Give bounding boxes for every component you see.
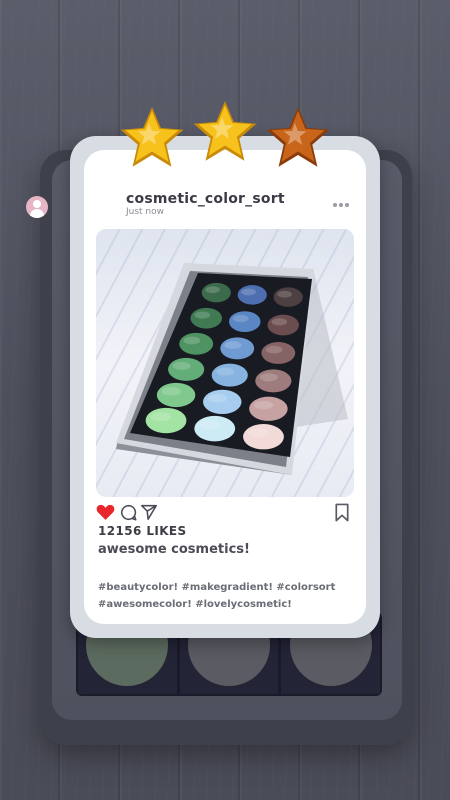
pan-highlight xyxy=(224,341,242,349)
pan-highlight xyxy=(194,311,211,319)
pan-highlight xyxy=(277,290,292,298)
bookmark-icon[interactable] xyxy=(334,503,350,522)
post-username[interactable]: cosmetic_color_sort xyxy=(126,191,285,207)
likes-count: 12156 LIKES xyxy=(98,524,187,538)
hashtags-line[interactable]: #beautycolor! #makegradient! #colorsort xyxy=(98,579,348,596)
share-icon[interactable] xyxy=(140,503,158,521)
pan-highlight xyxy=(150,412,172,422)
pan-highlight xyxy=(205,286,220,294)
pan-highlight xyxy=(161,387,181,396)
pan-highlight xyxy=(259,373,278,382)
post-caption: awesome cosmetics! xyxy=(98,542,250,557)
avatar-head xyxy=(33,200,41,208)
post-timestamp: Just now xyxy=(126,207,165,217)
pan-highlight xyxy=(199,420,220,430)
pan-highlight xyxy=(241,288,256,296)
pan-highlight xyxy=(172,361,191,370)
avatar-icon[interactable] xyxy=(26,196,48,218)
more-icon[interactable] xyxy=(333,203,351,209)
post-photo xyxy=(96,229,354,497)
pan-highlight xyxy=(253,400,274,410)
pan-highlight xyxy=(271,318,288,326)
pan-highlight xyxy=(248,428,269,438)
post-hashtags: #beautycolor! #makegradient! #colorsort … xyxy=(98,579,348,613)
pan-highlight xyxy=(216,367,235,376)
hashtags-line[interactable]: #awesomecolor! #lovelycosmetic! xyxy=(98,596,348,613)
pan-highlight xyxy=(183,336,201,345)
rating-stars xyxy=(120,101,330,167)
comment-icon[interactable] xyxy=(120,504,137,521)
pan-highlight xyxy=(265,345,283,354)
pan-highlight xyxy=(232,314,249,323)
heart-icon[interactable] xyxy=(96,503,115,521)
pan-highlight xyxy=(207,393,228,403)
avatar-body xyxy=(30,209,44,218)
photo-scene xyxy=(116,263,348,475)
